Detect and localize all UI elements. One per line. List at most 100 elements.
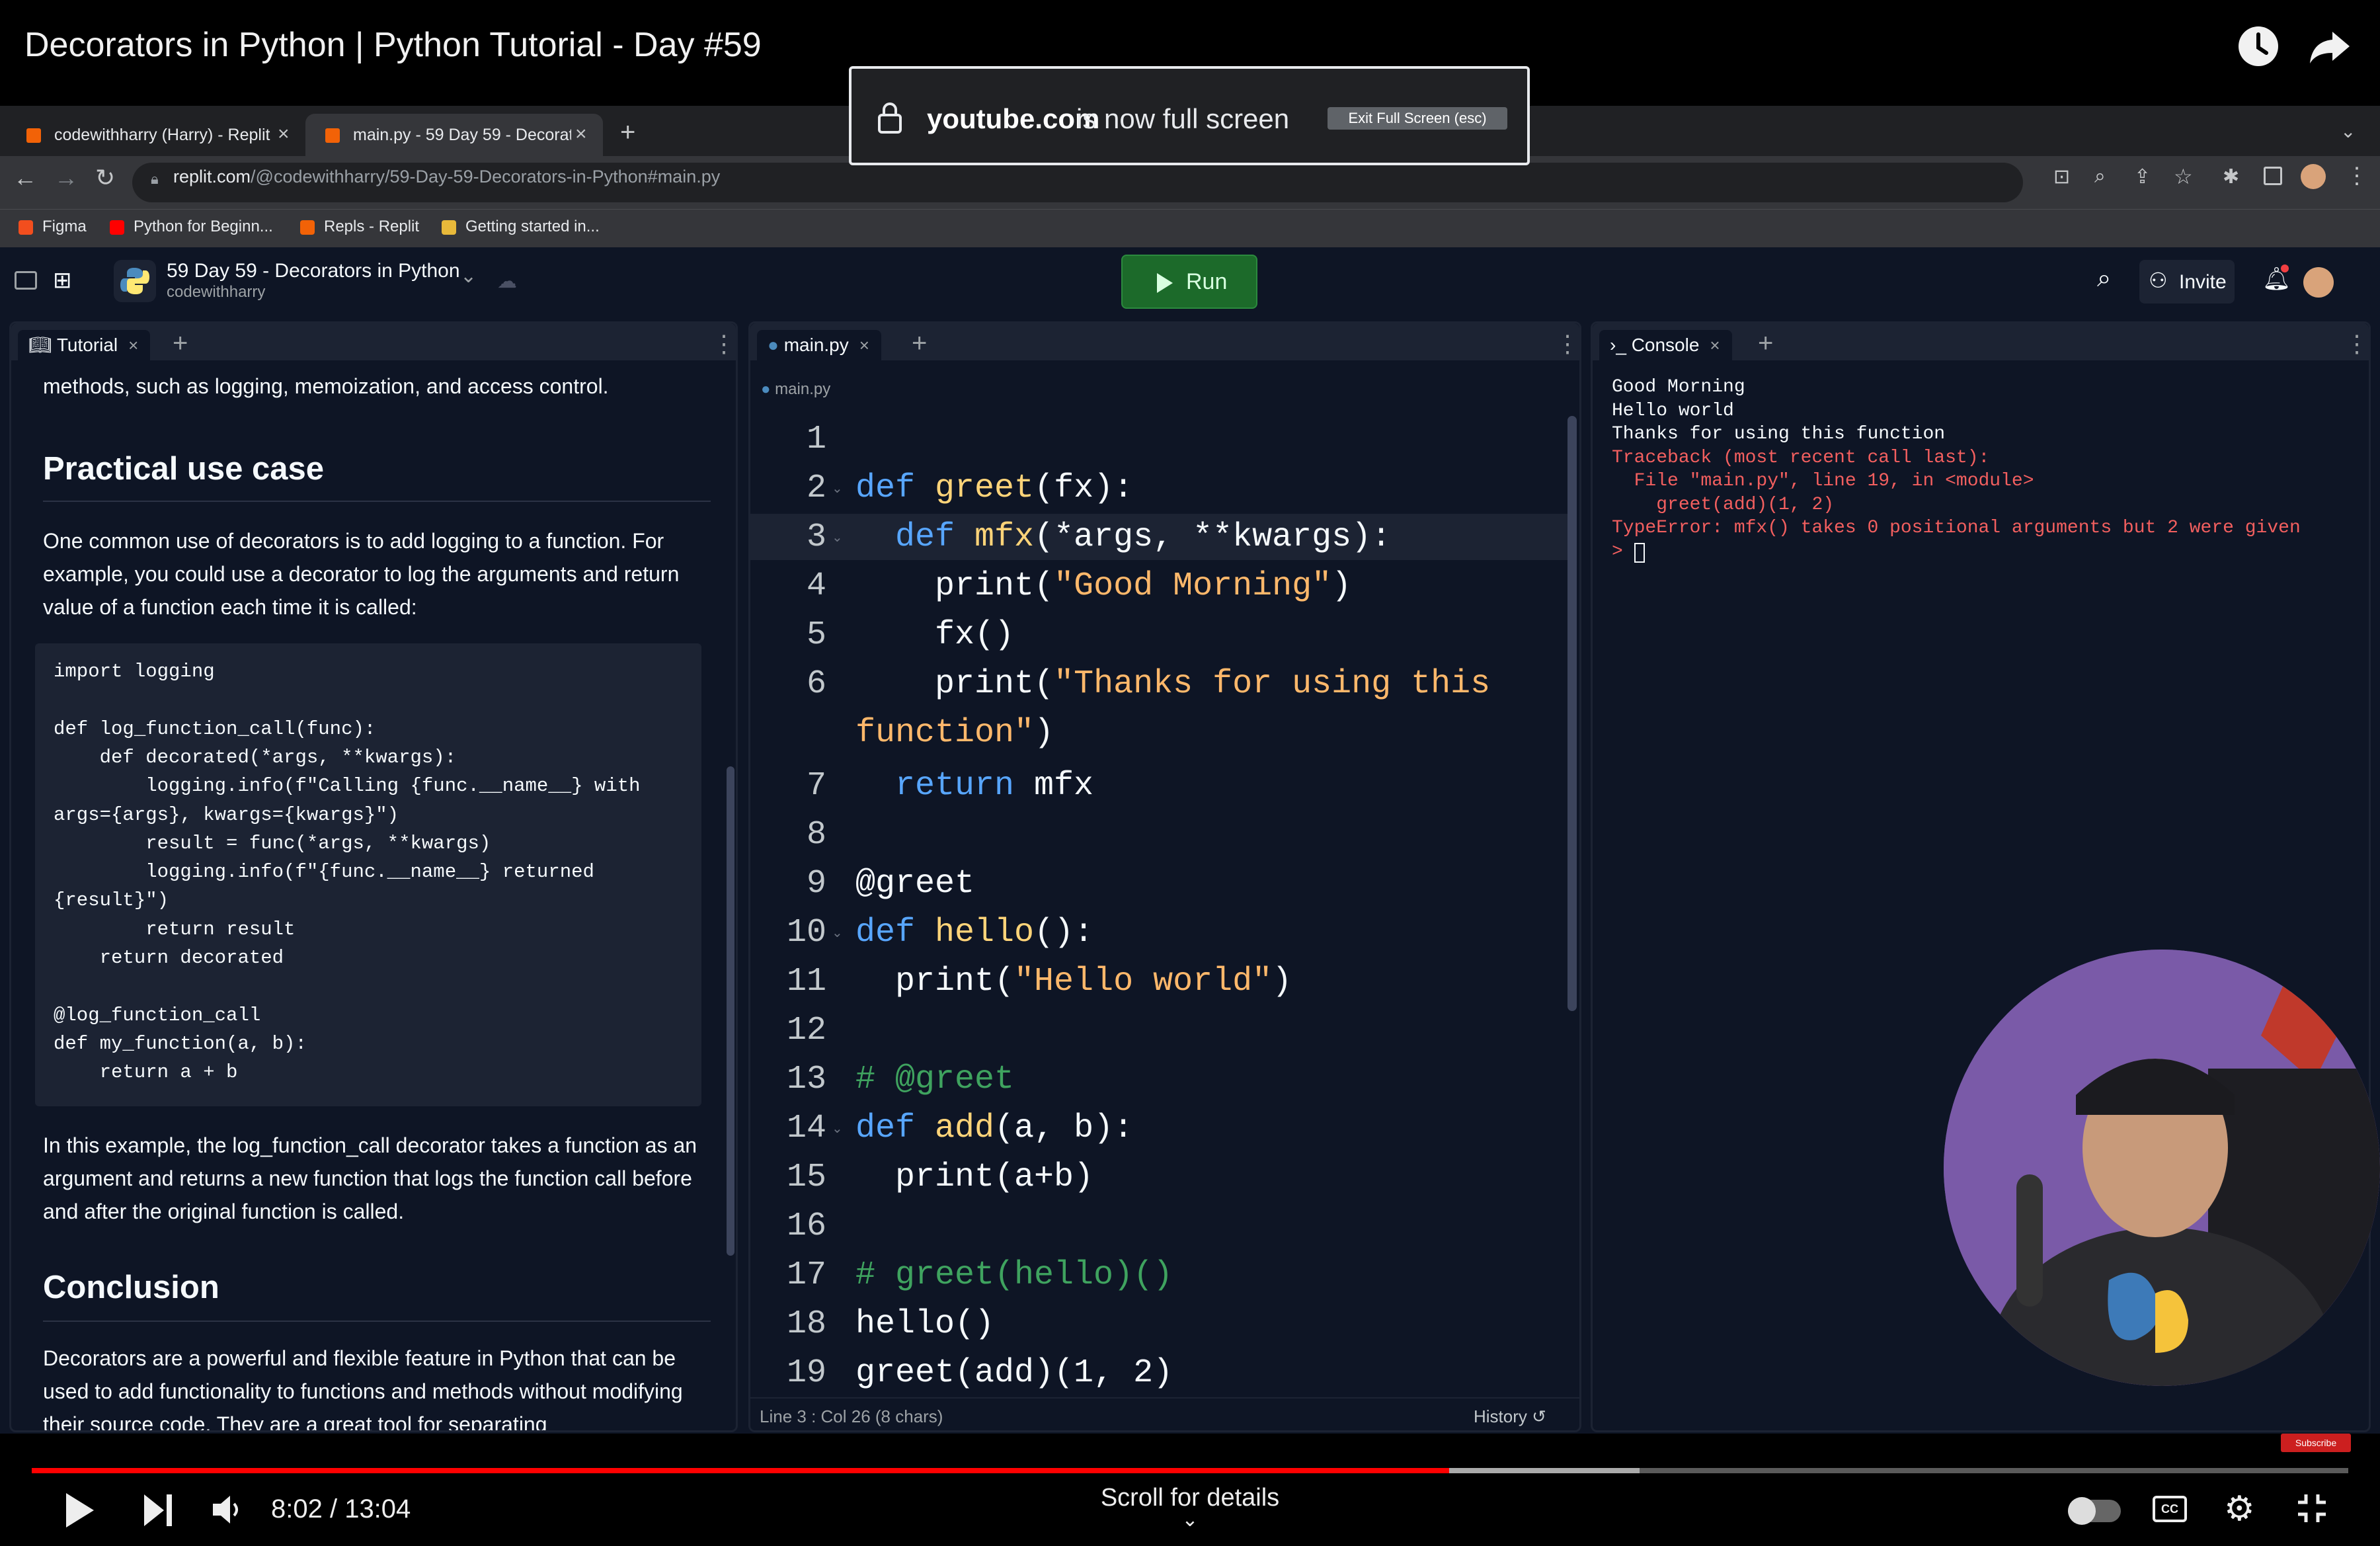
next-video-button[interactable] [141,1492,175,1532]
share-page-icon[interactable]: ⇪ [2134,165,2151,188]
code-line[interactable]: function") [855,714,1054,752]
fold-chevron-icon[interactable]: ⌄ [832,924,843,941]
chevron-down-icon[interactable]: ⌄ [460,264,477,288]
fold-chevron-icon[interactable]: ⌄ [832,480,843,497]
close-tab-icon[interactable]: × [859,335,869,355]
code-token: add [935,1110,995,1147]
tutorial-pane-header: 📖︎ Tutorial × + ⋮ [11,323,736,360]
code-line[interactable]: greet(add)(1, 2) [855,1354,1173,1392]
code-line[interactable]: @greet [855,865,974,903]
pane-menu-icon[interactable]: ⋮ [1556,330,1579,358]
back-icon[interactable]: ← [13,164,37,192]
new-tab-icon[interactable]: + [620,118,635,147]
sidebar-toggle-icon[interactable] [15,271,37,290]
volume-icon[interactable] [212,1493,241,1529]
code-line: @log_function_call [54,1004,261,1026]
browser-tab-replit[interactable]: codewithharry (Harry) - Replit × [7,114,304,156]
code-line[interactable]: print("Thanks for using this [855,665,1490,703]
extensions-icon[interactable]: ✱ [2223,165,2239,188]
line-number: 19 [786,1354,826,1392]
fold-chevron-icon[interactable]: ⌄ [832,529,843,546]
url-text[interactable]: replit.com/@codewithharry/59-Day-59-Deco… [173,167,720,187]
exit-fullscreen-button[interactable]: Exit Full Screen (esc) [1328,107,1507,130]
code-line[interactable]: print("Good Morning") [855,567,1351,605]
zoom-icon[interactable]: ⌕ [2094,165,2106,188]
bookmark-star-icon[interactable]: ☆ [2174,164,2193,189]
repl-owner[interactable]: codewithharry [167,283,265,302]
close-tab-icon[interactable]: × [128,335,138,355]
history-button[interactable]: History ↺ [1474,1406,1546,1427]
pane-menu-icon[interactable]: ⋮ [2345,330,2369,358]
code-line[interactable]: print("Hello world") [855,963,1292,1000]
line-number: 4 [806,567,826,605]
user-avatar[interactable] [2303,267,2334,298]
search-icon[interactable]: ⌕ [2097,264,2111,293]
bookmark-getting-started[interactable]: Getting started in... [442,208,600,246]
forward-icon[interactable]: → [54,164,78,192]
bookmark-label: Figma [42,218,87,235]
browser-tab-main[interactable]: main.py - 59 Day 59 - Decorat × [305,114,603,156]
line-number: 12 [786,1012,826,1049]
tab-tutorial[interactable]: 📖︎ Tutorial × [18,330,151,360]
code-line[interactable]: print(a+b) [855,1159,1093,1196]
pause-icon [2068,1497,2096,1525]
play-button[interactable] [62,1490,97,1533]
breadcrumb[interactable]: ● main.py [761,380,830,399]
line-number: 6 [806,665,826,703]
code-line[interactable]: # greet(hello)() [855,1256,1173,1294]
share-icon[interactable] [2306,22,2354,70]
code-line[interactable]: return mfx [855,767,1093,805]
code-line[interactable]: def hello(): [855,914,1093,952]
tab-search-icon[interactable]: ⌄ [2340,120,2356,142]
code-token: ) [1272,963,1292,1000]
browser-tab-label: codewithharry (Harry) - Replit [54,126,270,144]
tab-console[interactable]: ›_ Console × [1599,330,1732,360]
bookmark-repls[interactable]: Repls - Replit [300,208,419,246]
add-tab-icon[interactable]: + [912,329,927,358]
reload-icon[interactable]: ↻ [95,164,115,192]
fold-chevron-icon[interactable]: ⌄ [832,1120,843,1137]
scrollbar[interactable] [1567,416,1577,1011]
repl-name[interactable]: 59 Day 59 - Decorators in Python [167,260,460,282]
tutorial-heading: Practical use case [43,451,324,487]
add-user-icon: ⚇ [2149,268,2168,292]
profile-avatar[interactable] [2301,164,2326,189]
code-line[interactable]: def add(a, b): [855,1110,1133,1147]
code-line[interactable]: # @greet [855,1061,1014,1098]
exit-fullscreen-icon[interactable] [2295,1492,2328,1528]
code-token: (): [1034,914,1094,952]
browser-menu-icon[interactable]: ⋮ [2346,163,2368,189]
close-tab-icon[interactable]: × [278,123,290,145]
python-repl-icon[interactable] [114,260,156,302]
pane-menu-icon[interactable]: ⋮ [712,330,736,358]
lock-icon[interactable]: 🔒︎ [151,171,159,188]
settings-gear-icon[interactable]: ⚙ [2224,1489,2255,1529]
code-line[interactable]: def mfx(*args, **kwargs): [855,518,1391,556]
code-line[interactable]: hello() [855,1305,994,1343]
add-tab-icon[interactable]: + [1758,329,1773,358]
autoplay-toggle[interactable] [2068,1497,2121,1525]
replit-logo-icon[interactable]: ⊞ [53,267,72,294]
bookmark-python[interactable]: Python for Beginn... [110,208,273,246]
close-tab-icon[interactable]: × [1710,335,1720,355]
console-cursor [1634,542,1645,563]
subscribe-watermark[interactable]: Subscribe [2281,1434,2351,1452]
add-tab-icon[interactable]: + [173,329,188,358]
sidepanel-icon[interactable] [2264,167,2282,185]
tab-main-py[interactable]: ● main.py × [757,330,881,360]
line-number: 7 [806,767,826,805]
install-app-icon[interactable]: ⊡ [2053,165,2070,188]
invite-button[interactable]: ⚇ Invite [2139,260,2235,304]
code-line[interactable]: def greet(fx): [855,469,1133,507]
code-line[interactable]: fx() [855,616,1014,654]
captions-icon[interactable]: CC [2153,1496,2187,1522]
line-number: 17 [786,1256,826,1294]
run-button[interactable]: Run [1121,255,1257,309]
close-tab-icon[interactable]: × [575,123,587,145]
line-number: 11 [786,963,826,1000]
watch-later-icon[interactable] [2235,22,2282,70]
console-prompt[interactable]: > [1612,542,1634,562]
scroll-for-details[interactable]: Scroll for details ⌄ [1058,1484,1322,1531]
scrollbar[interactable] [727,766,734,1256]
bookmark-figma[interactable]: Figma [19,208,87,246]
